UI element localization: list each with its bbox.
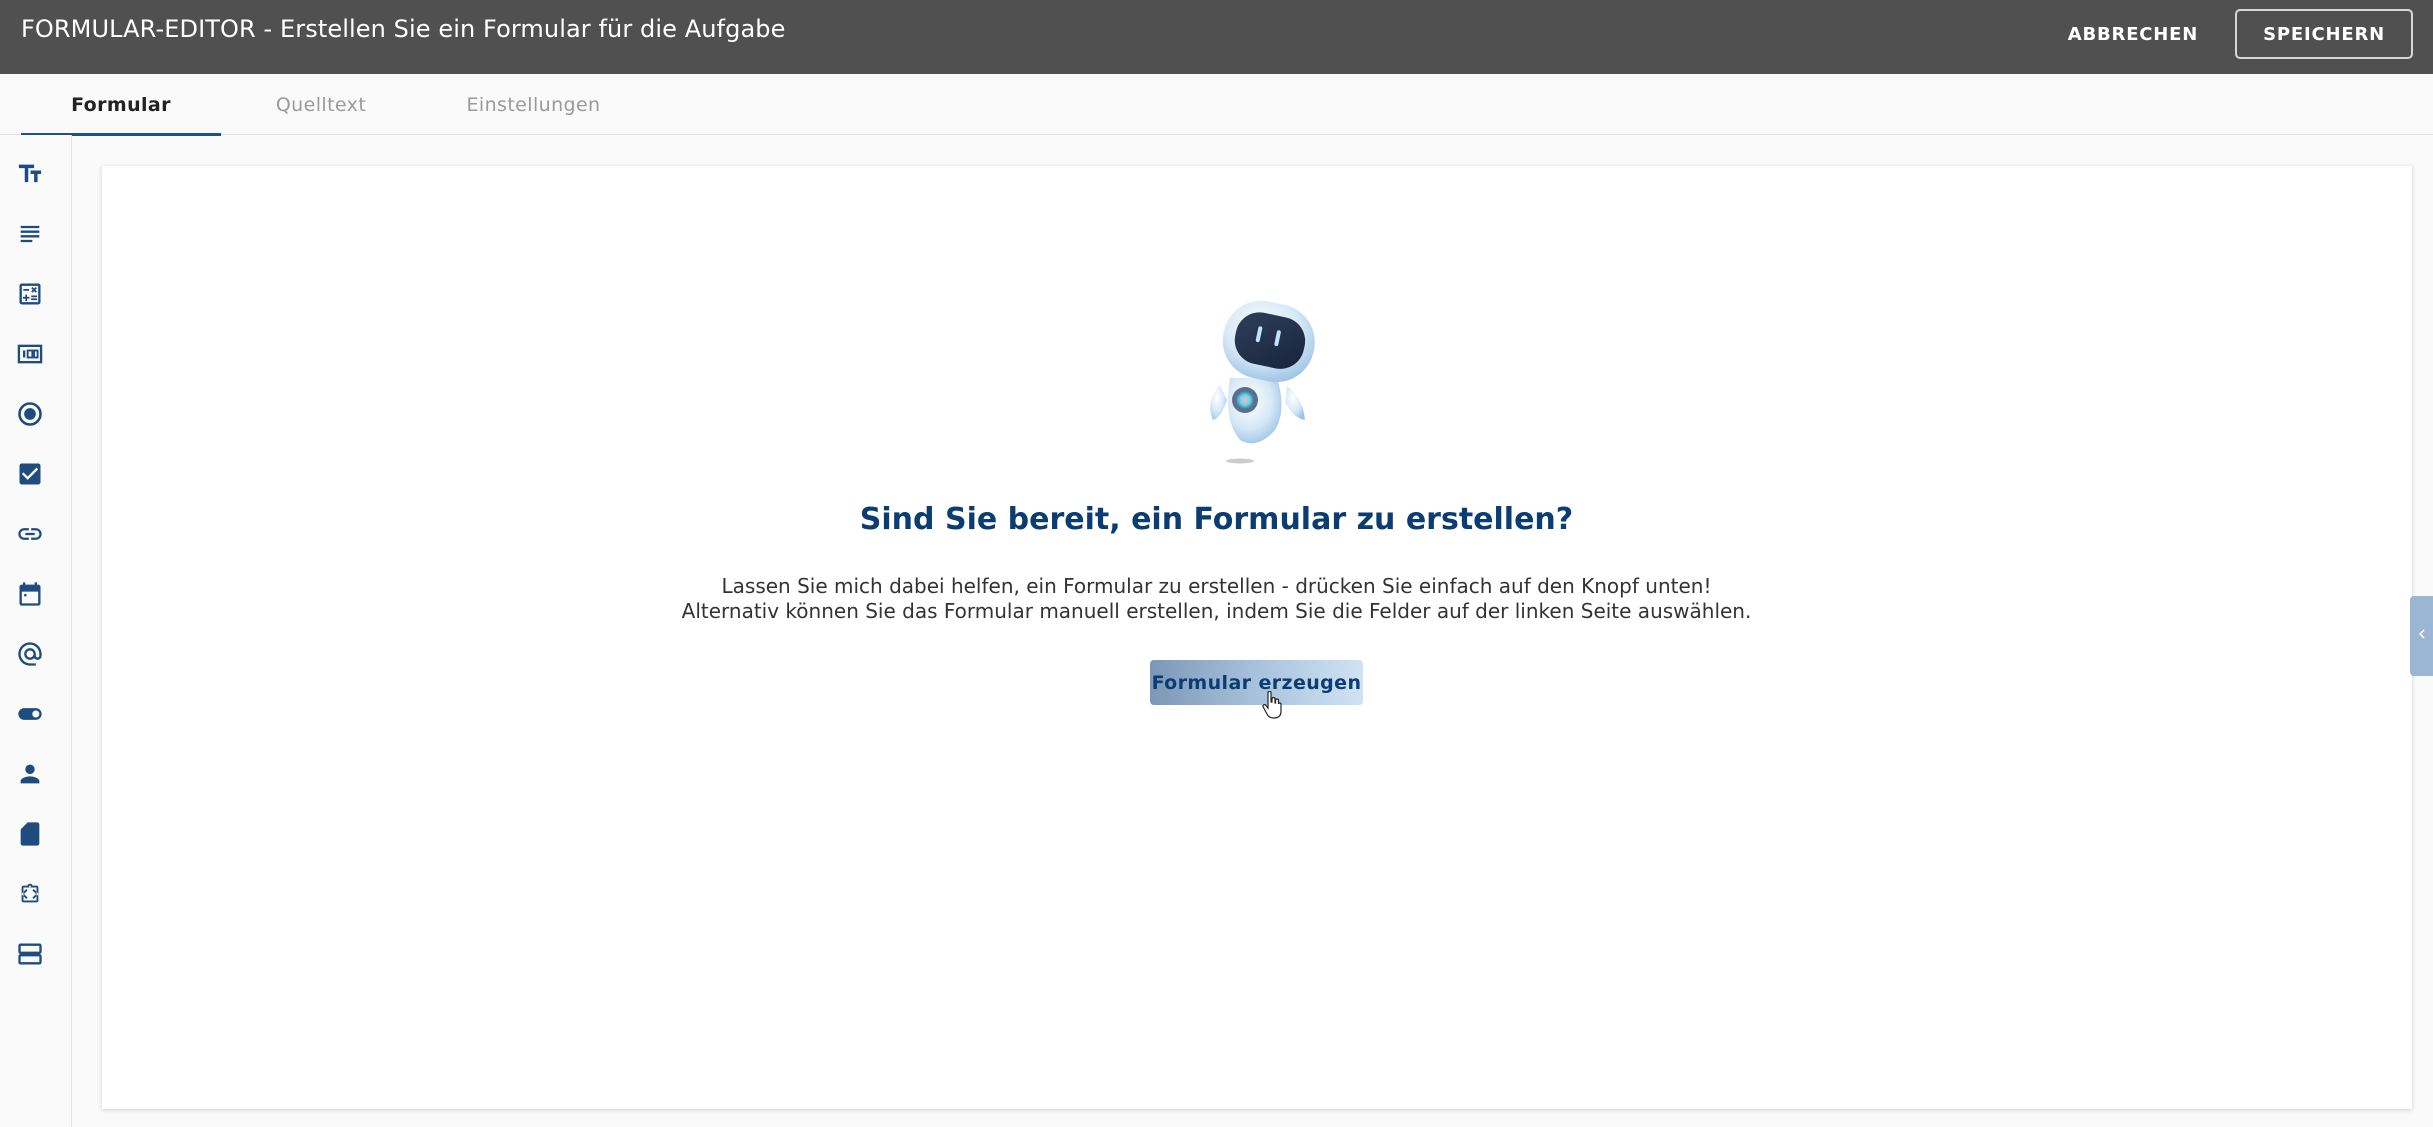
number-field-icon[interactable] (16, 340, 44, 368)
chevron-left-icon (2413, 625, 2431, 647)
text-fields-icon[interactable] (16, 160, 44, 188)
empty-state-headline: Sind Sie bereit, ein Formular zu erstell… (859, 502, 1574, 537)
tab-quelltext[interactable]: Quelltext (221, 74, 421, 135)
tab-einstellungen[interactable]: Einstellungen (421, 74, 646, 135)
toggle-icon[interactable] (16, 700, 44, 728)
empty-state-description-line1: Lassen Sie mich dabei helfen, ein Formul… (721, 574, 1712, 598)
save-button[interactable]: SPEICHERN (2235, 9, 2413, 59)
page-title: FORMULAR-EDITOR - Erstellen Sie ein Form… (21, 15, 786, 43)
textarea-icon[interactable] (16, 220, 44, 248)
tab-bar: Formular Quelltext Einstellungen (0, 74, 2433, 136)
email-icon[interactable] (16, 640, 44, 668)
document-icon[interactable] (16, 820, 44, 848)
app-header: FORMULAR-EDITOR - Erstellen Sie ein Form… (0, 0, 2433, 74)
empty-state-description-line2: Alternativ können Sie das Formular manue… (681, 599, 1752, 623)
hand-cursor-icon (1262, 690, 1282, 719)
code-icon[interactable] (16, 880, 44, 908)
robot-illustration (1195, 290, 1330, 470)
person-icon[interactable] (16, 760, 44, 788)
cancel-button[interactable]: ABBRECHEN (2046, 12, 2220, 57)
radio-button-icon[interactable] (16, 400, 44, 428)
checkbox-icon[interactable] (16, 460, 44, 488)
generate-form-button[interactable]: Formular erzeugen (1150, 660, 1363, 705)
header-actions: ABBRECHEN SPEICHERN (2046, 9, 2413, 59)
panel-collapse-handle[interactable] (2410, 596, 2433, 676)
calculator-icon[interactable] (16, 280, 44, 308)
tab-formular[interactable]: Formular (21, 74, 221, 136)
field-palette-sidebar (0, 135, 72, 1127)
storage-icon[interactable] (16, 940, 44, 968)
